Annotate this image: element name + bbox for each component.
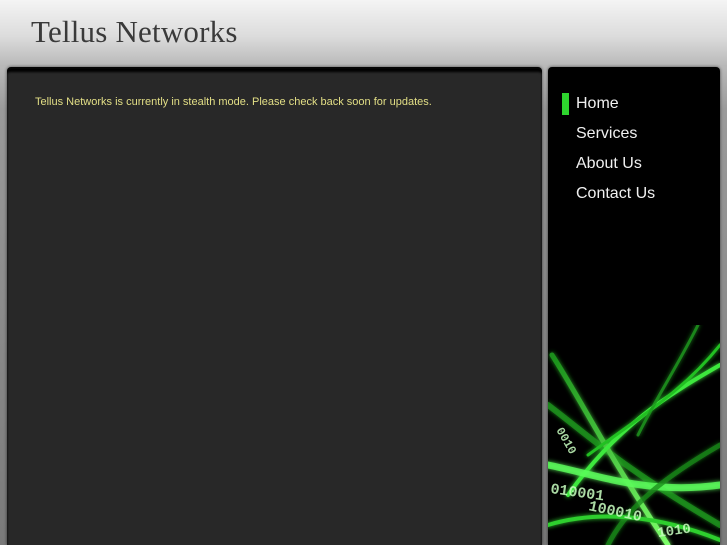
site-header: Tellus Networks bbox=[0, 0, 727, 66]
binary-digits: 100010 bbox=[587, 498, 643, 526]
sidebar: Home Services About Us Contact Us 010001… bbox=[548, 67, 720, 545]
nav-item-label: Home bbox=[576, 95, 619, 112]
nav-item-services[interactable]: Services bbox=[548, 121, 720, 151]
nav-item-label: Services bbox=[576, 125, 638, 142]
nav-item-about-us[interactable]: About Us bbox=[548, 151, 720, 181]
main-content-panel: Tellus Networks is currently in stealth … bbox=[7, 67, 542, 545]
binary-digits: 1010 bbox=[656, 521, 692, 542]
nav-item-label: About Us bbox=[576, 155, 642, 172]
nav-item-home[interactable]: Home bbox=[548, 91, 720, 121]
binary-network-decoration: 010001 100010 0010 1010 bbox=[548, 325, 720, 545]
site-title[interactable]: Tellus Networks bbox=[31, 14, 238, 50]
nav-item-contact-us[interactable]: Contact Us bbox=[548, 181, 720, 211]
main-navigation: Home Services About Us Contact Us bbox=[548, 91, 720, 211]
nav-item-label: Contact Us bbox=[576, 185, 656, 202]
stealth-mode-message: Tellus Networks is currently in stealth … bbox=[35, 96, 432, 108]
